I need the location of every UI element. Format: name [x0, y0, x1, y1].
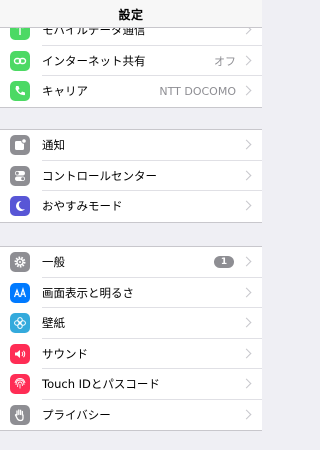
row-label: 一般	[42, 255, 65, 270]
chevron-right-icon	[241, 139, 252, 150]
row-label: 壁紙	[42, 316, 65, 331]
group-notifications: 通知 コントロールセンター おやすみモード	[0, 129, 262, 223]
link-icon	[10, 50, 30, 71]
row-label: おやすみモード	[42, 199, 123, 214]
notifications-icon	[10, 135, 30, 156]
row-control-center[interactable]: コントロールセンター	[0, 161, 262, 191]
chevron-right-icon	[241, 317, 252, 328]
row-label: サウンド	[42, 346, 88, 361]
page-title: 設定	[118, 8, 144, 22]
fingerprint-icon	[10, 374, 30, 395]
chevron-right-icon	[241, 409, 252, 420]
update-badge: 1	[214, 256, 234, 269]
row-general[interactable]: 一般 1	[0, 247, 262, 278]
row-notifications[interactable]: 通知	[0, 130, 262, 161]
row-label: Touch IDとパスコード	[42, 377, 160, 392]
row-value: NTT DOCOMO	[159, 84, 236, 98]
gear-icon	[10, 252, 30, 273]
row-carrier[interactable]: キャリア NTT DOCOMO	[0, 76, 262, 107]
row-do-not-disturb[interactable]: おやすみモード	[0, 191, 262, 222]
moon-icon	[10, 196, 30, 217]
toggles-icon	[10, 165, 30, 186]
group-general: 一般 1 画面表示と明るさ 壁紙 サウンド Touch IDとパスコード プライ…	[0, 246, 262, 431]
phone-icon	[10, 81, 30, 102]
row-wallpaper[interactable]: 壁紙	[0, 308, 262, 339]
chevron-right-icon	[241, 378, 252, 389]
row-sounds[interactable]: サウンド	[0, 339, 262, 369]
hand-icon	[10, 404, 30, 425]
row-touch-id[interactable]: Touch IDとパスコード	[0, 369, 262, 400]
chevron-right-icon	[241, 287, 252, 298]
text-size-icon	[10, 282, 30, 303]
chevron-right-icon	[241, 200, 252, 211]
row-label: インターネット共有	[42, 53, 146, 68]
row-privacy[interactable]: プライバシー	[0, 400, 262, 431]
flower-icon	[10, 313, 30, 334]
group-connectivity: モバイルデータ通信 インターネット共有 オフ キャリア NTT DOCOMO	[0, 14, 262, 108]
row-label: コントロールセンター	[42, 168, 157, 183]
speaker-icon	[10, 343, 30, 364]
navigation-bar: 設定	[0, 0, 262, 28]
row-label: 画面表示と明るさ	[42, 285, 134, 300]
chevron-right-icon	[241, 348, 252, 359]
row-label: 通知	[42, 138, 65, 153]
row-personal-hotspot[interactable]: インターネット共有 オフ	[0, 46, 262, 76]
row-label: プライバシー	[42, 407, 111, 422]
chevron-right-icon	[241, 85, 252, 96]
chevron-right-icon	[241, 170, 252, 181]
row-label: キャリア	[42, 84, 88, 99]
chevron-right-icon	[241, 55, 252, 66]
chevron-right-icon	[241, 256, 252, 267]
row-value: オフ	[214, 54, 236, 68]
row-display-brightness[interactable]: 画面表示と明るさ	[0, 278, 262, 308]
